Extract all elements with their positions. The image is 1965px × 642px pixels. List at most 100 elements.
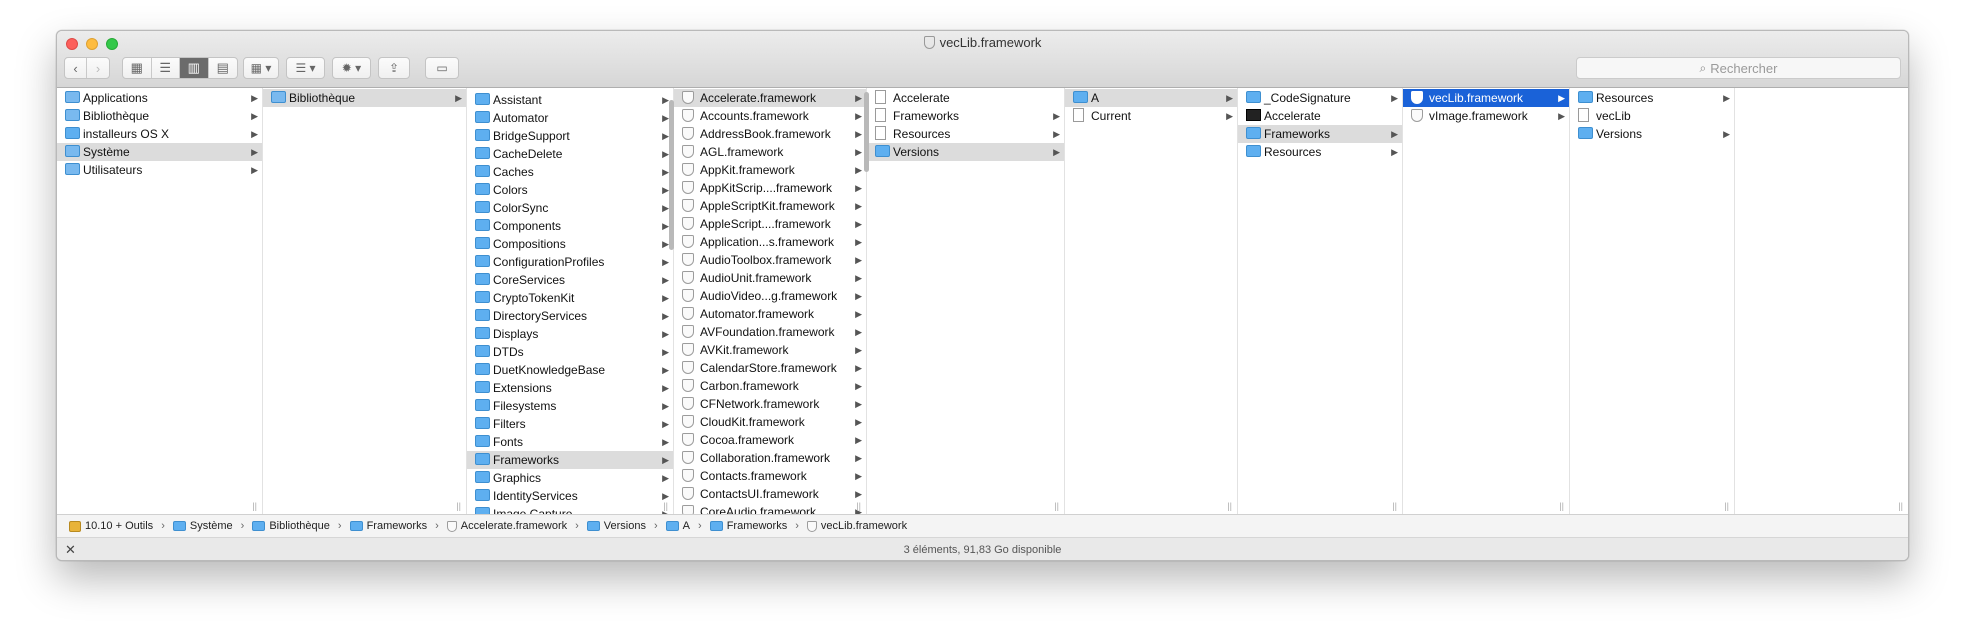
column-item[interactable]: vecLib	[1570, 107, 1734, 125]
column-item[interactable]: CalendarStore.framework ▶	[674, 359, 866, 377]
browser-column[interactable]: Bibliothèque ▶ ||	[263, 88, 467, 514]
column-item[interactable]: Filesystems ▶	[467, 397, 673, 415]
sort-button[interactable]: ☰ ▾	[286, 57, 325, 79]
column-item[interactable]: Application...s.framework ▶	[674, 233, 866, 251]
column-item[interactable]: CFNetwork.framework ▶	[674, 395, 866, 413]
column-item[interactable]: AudioVideo...g.framework ▶	[674, 287, 866, 305]
icon-view-button[interactable]: ▦	[123, 58, 152, 78]
column-item[interactable]: BridgeSupport ▶	[467, 127, 673, 145]
column-item[interactable]: Automator ▶	[467, 109, 673, 127]
share-button[interactable]: ⇪	[378, 57, 410, 79]
path-segment[interactable]: Versions	[586, 520, 646, 532]
path-segment[interactable]: Système	[172, 520, 233, 532]
column-resize-handle[interactable]: ||	[456, 501, 461, 511]
search-field[interactable]: ⌕ Rechercher	[1576, 57, 1901, 79]
column-item[interactable]: Image Capture ▶	[467, 505, 673, 514]
cover-flow-button[interactable]: ▤	[209, 58, 237, 78]
column-item[interactable]: Resources ▶	[1570, 89, 1734, 107]
column-item[interactable]: DuetKnowledgeBase ▶	[467, 361, 673, 379]
column-resize-handle[interactable]: ||	[1392, 501, 1397, 511]
column-item[interactable]: ColorSync ▶	[467, 199, 673, 217]
column-item[interactable]: Compositions ▶	[467, 235, 673, 253]
column-item[interactable]: AppleScript....framework ▶	[674, 215, 866, 233]
path-segment[interactable]: 10.10 + Outils	[69, 520, 153, 532]
column-item[interactable]: Utilisateurs ▶	[57, 161, 262, 179]
browser-column[interactable]: vecLib.framework ▶ vImage.framework ▶ ||	[1403, 88, 1570, 514]
column-item[interactable]: CloudKit.framework ▶	[674, 413, 866, 431]
column-item[interactable]: _CodeSignature ▶	[1238, 89, 1402, 107]
column-item[interactable]: ConfigurationProfiles ▶	[467, 253, 673, 271]
back-button[interactable]: ‹	[65, 58, 88, 78]
column-item[interactable]: Carbon.framework ▶	[674, 377, 866, 395]
column-item[interactable]: Colors ▶	[467, 181, 673, 199]
column-item[interactable]: vecLib.framework ▶	[1403, 89, 1569, 107]
action-gear-button[interactable]: ✹ ▾	[332, 57, 371, 79]
scrollbar-thumb[interactable]	[669, 100, 674, 250]
column-item[interactable]: Contacts.framework ▶	[674, 467, 866, 485]
column-item[interactable]: Displays ▶	[467, 325, 673, 343]
column-resize-handle[interactable]: ||	[1898, 501, 1903, 511]
column-item[interactable]: CoreAudio.framework ▶	[674, 503, 866, 514]
column-item[interactable]: Applications ▶	[57, 89, 262, 107]
column-item[interactable]: Cocoa.framework ▶	[674, 431, 866, 449]
column-item[interactable]: Versions ▶	[867, 143, 1064, 161]
path-segment[interactable]: Bibliothèque	[252, 520, 330, 532]
column-item[interactable]: Accelerate.framework ▶	[674, 89, 866, 107]
path-segment[interactable]: A	[665, 520, 690, 532]
column-item[interactable]: DTDs ▶	[467, 343, 673, 361]
column-item[interactable]: vImage.framework ▶	[1403, 107, 1569, 125]
column-item[interactable]: Components ▶	[467, 217, 673, 235]
column-item[interactable]: Assistant ▶	[467, 91, 673, 109]
column-resize-handle[interactable]: ||	[663, 501, 668, 511]
column-item[interactable]: Caches ▶	[467, 163, 673, 181]
tags-button[interactable]: ▭	[425, 57, 459, 79]
column-item[interactable]: AppKitScrip....framework ▶	[674, 179, 866, 197]
column-item[interactable]: Resources ▶	[867, 125, 1064, 143]
column-item[interactable]: Filters ▶	[467, 415, 673, 433]
column-item[interactable]: Collaboration.framework ▶	[674, 449, 866, 467]
column-item[interactable]: AVFoundation.framework ▶	[674, 323, 866, 341]
path-segment[interactable]: Frameworks	[349, 520, 427, 532]
scrollbar-thumb[interactable]	[864, 92, 869, 172]
column-item[interactable]: CryptoTokenKit ▶	[467, 289, 673, 307]
column-resize-handle[interactable]: ||	[252, 501, 257, 511]
forward-button[interactable]: ›	[87, 58, 109, 78]
column-resize-handle[interactable]: ||	[1227, 501, 1232, 511]
column-item[interactable]: Current ▶	[1065, 107, 1237, 125]
column-item[interactable]: Accelerate	[867, 89, 1064, 107]
column-item[interactable]: Frameworks ▶	[1238, 125, 1402, 143]
column-item[interactable]: Automator.framework ▶	[674, 305, 866, 323]
column-item[interactable]: ContactsUI.framework ▶	[674, 485, 866, 503]
column-item[interactable]: Versions ▶	[1570, 125, 1734, 143]
browser-column[interactable]: A ▶ Current ▶ ||	[1065, 88, 1238, 514]
browser-column[interactable]: Assistant ▶ Automator ▶ BridgeSupport ▶ CacheD…	[467, 88, 674, 514]
column-resize-handle[interactable]: ||	[1559, 501, 1564, 511]
browser-column[interactable]: _CodeSignature ▶ Accelerate Frameworks ▶ Reso…	[1238, 88, 1403, 514]
column-item[interactable]: Frameworks ▶	[467, 451, 673, 469]
column-item[interactable]: Système ▶	[57, 143, 262, 161]
column-item[interactable]: Extensions ▶	[467, 379, 673, 397]
column-resize-handle[interactable]: ||	[1054, 501, 1059, 511]
column-item[interactable]: A ▶	[1065, 89, 1237, 107]
column-item[interactable]: Bibliothèque ▶	[57, 107, 262, 125]
browser-column[interactable]: Applications ▶ Bibliothèque ▶ installeurs OS…	[57, 88, 263, 514]
column-item[interactable]: AddressBook.framework ▶	[674, 125, 866, 143]
column-item[interactable]: IdentityServices ▶	[467, 487, 673, 505]
column-item[interactable]: DirectoryServices ▶	[467, 307, 673, 325]
browser-column[interactable]: ||	[1735, 88, 1908, 514]
column-item[interactable]: AppleScriptKit.framework ▶	[674, 197, 866, 215]
column-item[interactable]: AVKit.framework ▶	[674, 341, 866, 359]
column-item[interactable]: AudioUnit.framework ▶	[674, 269, 866, 287]
column-item[interactable]: Fonts ▶	[467, 433, 673, 451]
column-resize-handle[interactable]: ||	[1724, 501, 1729, 511]
arrange-button[interactable]: ▦ ▾	[243, 57, 279, 79]
column-item[interactable]: AudioToolbox.framework ▶	[674, 251, 866, 269]
browser-column[interactable]: Resources ▶ vecLib Versions ▶ ||	[1570, 88, 1735, 514]
close-icon[interactable]: ✕	[65, 542, 76, 558]
column-item[interactable]: Bibliothèque ▶	[263, 89, 466, 107]
path-segment[interactable]: Frameworks	[709, 520, 787, 532]
browser-column[interactable]: Accelerate.framework ▶ Accounts.framework ▶…	[674, 88, 867, 514]
path-segment[interactable]: Accelerate.framework	[446, 520, 567, 532]
column-resize-handle[interactable]: ||	[856, 501, 861, 511]
browser-column[interactable]: Accelerate Frameworks ▶ Resources ▶ Versions ▶…	[867, 88, 1065, 514]
